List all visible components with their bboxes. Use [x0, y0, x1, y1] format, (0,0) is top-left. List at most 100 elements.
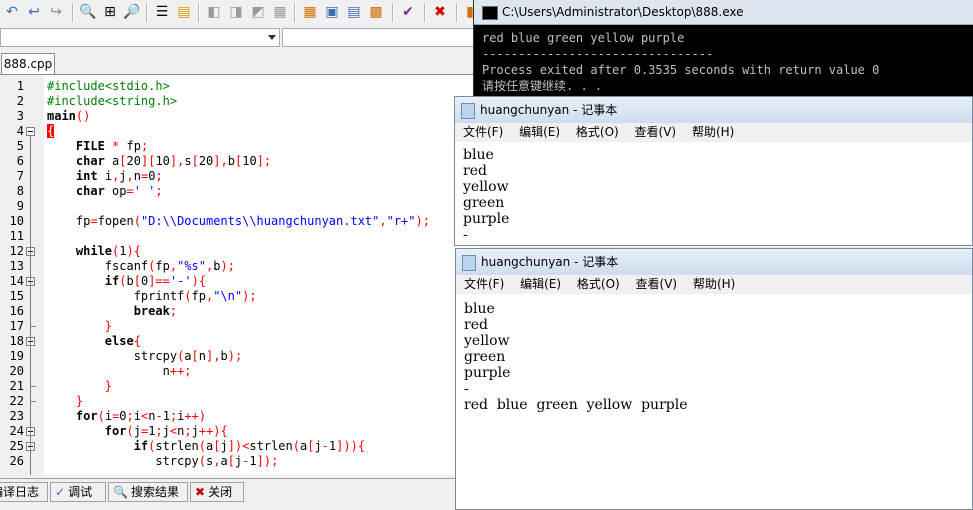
function-dropdown[interactable]: [282, 28, 478, 47]
line-number: 16: [9, 304, 24, 318]
toolbar-separator: [72, 3, 74, 22]
toolbar-separator: [456, 3, 458, 22]
find-icon[interactable]: 🔎: [122, 2, 142, 22]
tab-debug[interactable]: ✓ 调试: [50, 482, 106, 502]
class-dropdown[interactable]: [0, 28, 280, 47]
redo-icon[interactable]: ↪: [46, 2, 66, 22]
compile-log-label: 编译日志: [0, 485, 40, 499]
menu-view[interactable]: 查看(V): [636, 277, 678, 291]
code-line: fscanf(fp,"%s",b);: [104, 259, 235, 273]
menu-help[interactable]: 帮助(H): [693, 277, 735, 291]
line-number: 14: [9, 274, 24, 288]
console-title-bar[interactable]: C:\Users\Administrator\Desktop\888.exe: [474, 0, 973, 25]
search-icon: 🔍: [113, 485, 128, 499]
chevron-down-icon: [268, 35, 276, 40]
line-number: 12: [9, 244, 24, 258]
line-number: 26: [9, 454, 24, 468]
undo-icon[interactable]: ↩: [24, 2, 44, 22]
text-line: green: [464, 349, 506, 365]
notepad-title-bar[interactable]: huangchunyan - 记事本: [455, 97, 972, 124]
toolbar-separator: [392, 3, 394, 22]
home-icon[interactable]: ◩: [248, 2, 268, 22]
layout-icon[interactable]: ▦: [270, 2, 290, 22]
menu-edit[interactable]: 编辑(E): [519, 125, 560, 139]
fold-toggle-icon[interactable]: [26, 127, 35, 136]
tab-close[interactable]: ✖ 关闭: [190, 482, 244, 502]
line-number: 20: [9, 364, 24, 378]
line-number: 3: [16, 109, 24, 123]
undo-icon[interactable]: ↶: [2, 2, 22, 22]
line-number: 19: [9, 349, 24, 363]
line-number: 21: [9, 379, 24, 393]
text-line: blue: [464, 301, 495, 317]
code-line: if(strlen(a[j])<strlen(a[j-1])){: [133, 439, 366, 453]
back-icon[interactable]: ◧: [204, 2, 224, 22]
menu-edit[interactable]: 编辑(E): [520, 277, 561, 291]
notepad-icon: [461, 102, 475, 119]
toolbar-separator: [424, 3, 426, 22]
debug-label: 调试: [68, 485, 93, 499]
code-line: FILE * fp;: [75, 139, 149, 153]
align-icon[interactable]: ▤: [174, 2, 194, 22]
code-editor[interactable]: 1 2 3 4 5 6 7 8 9 10 11 12 13 14 15 16 17 18 19 20 21 22 23 24 2…: [0, 75, 480, 475]
line-number: 9: [16, 199, 24, 213]
menu-format[interactable]: 格式(O): [576, 125, 619, 139]
text-line: yellow: [464, 333, 510, 349]
line-number: 10: [9, 214, 24, 228]
tab-search-results[interactable]: 🔍 搜索结果: [108, 482, 188, 502]
line-number: 23: [9, 409, 24, 423]
grid-icon[interactable]: ▦: [300, 2, 320, 22]
code-line: strcpy(a[n],b);: [133, 349, 243, 363]
tab-compile-log[interactable]: 编译日志: [0, 482, 48, 502]
console-title: C:\Users\Administrator\Desktop\888.exe: [502, 5, 744, 19]
menu-format[interactable]: 格式(O): [577, 277, 620, 291]
print-preview-icon[interactable]: 🔍: [78, 2, 98, 22]
menu-help[interactable]: 帮助(H): [692, 125, 734, 139]
code-line: }: [104, 319, 113, 333]
code-line: {: [47, 124, 55, 138]
text-line: -: [464, 381, 469, 397]
window-icon[interactable]: ▤: [344, 2, 364, 22]
fold-guide-line: [30, 136, 31, 475]
close-icon[interactable]: ✖: [430, 2, 450, 22]
notepad-text-area[interactable]: blue red yellow green purple - red blue …: [456, 294, 972, 509]
code-line: }: [104, 379, 113, 393]
line-number: 24: [9, 424, 24, 438]
notepad-text-area[interactable]: blue red yellow green purple -: [455, 142, 972, 245]
code-line: char a[20][10],s[20],b[10];: [75, 154, 272, 168]
notepad-menu-bar: 文件(F) 编辑(E) 格式(O) 查看(V) 帮助(H): [455, 123, 972, 143]
code-line: for(i=0;i<n-1;i++): [75, 409, 207, 423]
code-line: for(j=1;j<n;j++){: [104, 424, 228, 438]
check-icon[interactable]: ✔: [398, 2, 418, 22]
list-icon[interactable]: ☰: [152, 2, 172, 22]
forward-icon[interactable]: ◨: [226, 2, 246, 22]
window-icon[interactable]: ▣: [322, 2, 342, 22]
tiles-icon[interactable]: ▩: [366, 2, 386, 22]
text-line: red blue green yellow purple: [464, 397, 688, 413]
console-window[interactable]: C:\Users\Administrator\Desktop\888.exe r…: [473, 0, 973, 100]
close-label: 关闭: [208, 485, 233, 499]
notepad-title-bar[interactable]: huangchunyan - 记事本: [456, 249, 972, 276]
line-number: 15: [9, 289, 24, 303]
text-line: purple: [463, 211, 510, 227]
zoom-icon[interactable]: ⊞: [100, 2, 120, 22]
code-line: #include<string.h>: [47, 94, 178, 108]
text-line: yellow: [463, 179, 509, 195]
line-number: 2: [16, 94, 24, 108]
menu-view[interactable]: 查看(V): [635, 125, 677, 139]
line-number: 7: [16, 169, 24, 183]
code-line: fprintf(fp,"\n");: [133, 289, 257, 303]
code-line: if(b[0]=='-'){: [104, 274, 207, 288]
toolbar-separator: [294, 3, 296, 22]
notepad-window-back[interactable]: huangchunyan - 记事本 文件(F) 编辑(E) 格式(O) 查看(…: [454, 96, 973, 246]
code-line: while(1){: [75, 244, 141, 258]
tab-file[interactable]: 888.cpp: [1, 53, 55, 74]
menu-file[interactable]: 文件(F): [464, 277, 504, 291]
code-line: int i,j,n=0;: [75, 169, 163, 183]
code-line: else{: [104, 334, 141, 348]
menu-file[interactable]: 文件(F): [463, 125, 503, 139]
notepad-title: huangchunyan - 记事本: [480, 103, 618, 117]
notepad-window-front[interactable]: huangchunyan - 记事本 文件(F) 编辑(E) 格式(O) 查看(…: [455, 248, 973, 510]
notepad-icon: [462, 254, 476, 271]
code-line: char op=' ';: [75, 184, 163, 198]
